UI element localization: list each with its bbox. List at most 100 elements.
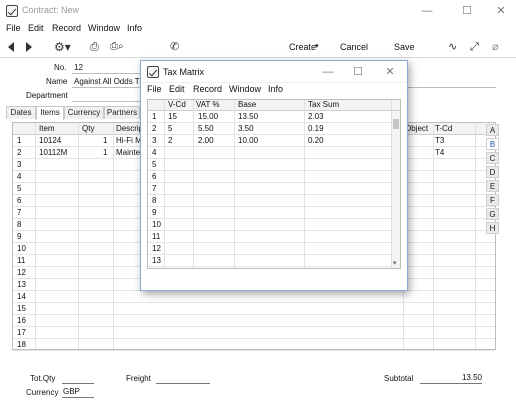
table-row[interactable]: 16 xyxy=(13,315,495,327)
tax-matrix-menu-record[interactable]: Record xyxy=(193,84,222,94)
totqty-field[interactable] xyxy=(62,373,94,384)
app-logo-icon xyxy=(6,5,18,17)
table-row[interactable]: 13 xyxy=(148,255,392,267)
table-row[interactable]: 6 xyxy=(148,171,392,183)
name-field-right[interactable] xyxy=(408,76,496,88)
currency-field[interactable]: GBP xyxy=(62,387,94,398)
create-dropdown-icon[interactable]: ▾ xyxy=(315,40,319,54)
menu-window[interactable]: Window xyxy=(88,23,120,33)
row-number: 12 xyxy=(17,268,26,277)
table-row[interactable]: 15 xyxy=(13,303,495,315)
row-number: 14 xyxy=(17,292,26,301)
close-button[interactable]: ✕ xyxy=(484,3,516,19)
table-row[interactable]: 2 5 5.50 3.50 0.19 xyxy=(148,123,392,135)
qty-cell: 1 xyxy=(103,148,108,157)
menu-info[interactable]: Info xyxy=(127,23,142,33)
letter-tab-h[interactable]: H xyxy=(486,222,499,234)
tax-matrix-minimize-button[interactable]: — xyxy=(313,64,343,80)
item-cell: 10124 xyxy=(39,136,62,145)
row-number: 7 xyxy=(152,184,157,193)
table-row[interactable]: 3 2 2.00 10.00 0.20 xyxy=(148,135,392,147)
tax-matrix-menu-window[interactable]: Window xyxy=(229,84,261,94)
row-number: 12 xyxy=(152,244,161,253)
currency-label: Currency xyxy=(26,388,59,397)
row-number: 13 xyxy=(152,256,161,265)
letter-tab-f[interactable]: F xyxy=(486,194,499,206)
letter-tab-a[interactable]: A xyxy=(486,124,499,136)
table-row[interactable]: 4 xyxy=(148,147,392,159)
tab-dates[interactable]: Dates xyxy=(6,106,36,119)
table-row[interactable]: 7 xyxy=(148,183,392,195)
activity-icon[interactable]: ∿ xyxy=(448,40,457,54)
tax-matrix-close-button[interactable]: ✕ xyxy=(375,64,405,80)
table-row[interactable]: 5 xyxy=(148,159,392,171)
row-number: 8 xyxy=(17,220,22,229)
row-number: 18 xyxy=(17,340,26,349)
print-icon[interactable]: ⎙ xyxy=(90,40,99,54)
create-button[interactable]: Create xyxy=(289,40,316,54)
cancel-button[interactable]: Cancel xyxy=(340,40,368,54)
menu-file[interactable]: File xyxy=(6,23,21,33)
attachment-icon[interactable]: ⌀ xyxy=(492,40,499,54)
table-row[interactable]: 10 xyxy=(148,219,392,231)
previous-record-icon[interactable] xyxy=(8,42,14,52)
table-row[interactable]: 11 xyxy=(148,231,392,243)
expand-icon[interactable]: ⤢ xyxy=(470,40,479,54)
row-number: 10 xyxy=(17,244,26,253)
maximize-button[interactable]: ☐ xyxy=(450,3,484,19)
table-row[interactable]: 14 xyxy=(13,291,495,303)
letter-tab-b[interactable]: B xyxy=(486,138,499,150)
menu-record[interactable]: Record xyxy=(52,23,81,33)
row-number: 15 xyxy=(17,304,26,313)
name-field[interactable]: Against All Odds Tra xyxy=(72,76,140,88)
tax-matrix-menu-file[interactable]: File xyxy=(147,84,162,94)
department-field[interactable] xyxy=(72,90,140,102)
tax-matrix-title-bar: Tax Matrix — ☐ ✕ xyxy=(141,61,407,83)
menu-edit[interactable]: Edit xyxy=(28,23,44,33)
tax-matrix-menu-info[interactable]: Info xyxy=(268,84,283,94)
scrollbar-thumb[interactable] xyxy=(393,119,399,129)
row-number: 4 xyxy=(152,148,157,157)
tab-items[interactable]: Items xyxy=(36,106,64,120)
tax-matrix-scrollbar[interactable]: ▾ xyxy=(391,111,400,268)
tax-matrix-maximize-button[interactable]: ☐ xyxy=(343,64,373,80)
table-row[interactable]: 8 xyxy=(148,195,392,207)
letter-tab-g[interactable]: G xyxy=(486,208,499,220)
column-header-base: Base xyxy=(238,100,257,109)
item-cell: 10112M xyxy=(39,148,68,157)
menu-bar: File Edit Record Window Info xyxy=(0,22,516,36)
tax-matrix-menu-edit[interactable]: Edit xyxy=(169,84,185,94)
row-number: 13 xyxy=(17,280,26,289)
letter-tab-d[interactable]: D xyxy=(486,166,499,178)
table-row[interactable]: 17 xyxy=(13,327,495,339)
row-number: 1 xyxy=(17,136,22,145)
vcd-cell: 2 xyxy=(168,136,173,145)
table-row[interactable]: 18 xyxy=(13,339,495,351)
base-cell: 10.00 xyxy=(238,136,259,145)
gear-icon[interactable]: ⚙▾ xyxy=(54,40,71,54)
print-preview-icon[interactable]: ⎙⌕ xyxy=(110,40,124,54)
save-button[interactable]: Save xyxy=(394,40,415,54)
row-number: 3 xyxy=(17,160,22,169)
column-header-tcd: T-Cd xyxy=(435,124,453,133)
phone-icon[interactable]: ✆ xyxy=(170,40,179,54)
freight-field[interactable] xyxy=(156,373,210,384)
next-record-icon[interactable] xyxy=(26,42,32,52)
department-label: Department xyxy=(26,91,68,100)
table-row[interactable]: 12 xyxy=(148,243,392,255)
column-header-qty: Qty xyxy=(82,124,95,133)
scroll-down-icon[interactable]: ▾ xyxy=(393,259,397,267)
tab-partners[interactable]: Partners xyxy=(104,106,140,119)
row-number: 3 xyxy=(152,136,157,145)
letter-tab-c[interactable]: C xyxy=(486,152,499,164)
table-row[interactable]: 9 xyxy=(148,207,392,219)
minimize-button[interactable]: — xyxy=(410,3,444,19)
vcd-cell: 15 xyxy=(168,112,177,121)
no-field[interactable]: 12 xyxy=(72,62,140,74)
vat-cell: 2.00 xyxy=(198,136,214,145)
tab-currency[interactable]: Currency xyxy=(64,106,104,119)
column-header-tax-sum: Tax Sum xyxy=(308,100,340,109)
letter-tab-e[interactable]: E xyxy=(486,180,499,192)
table-row[interactable]: 1 15 15.00 13.50 2.03 xyxy=(148,111,392,123)
tax-sum-cell: 2.03 xyxy=(308,112,324,121)
